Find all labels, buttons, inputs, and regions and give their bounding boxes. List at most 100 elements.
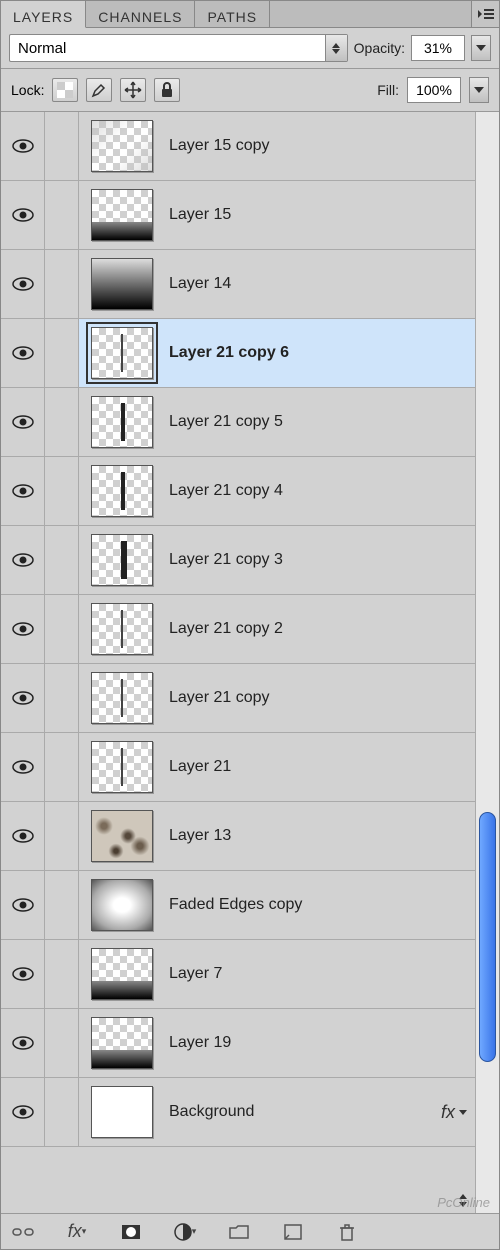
- layer-thumbnail[interactable]: [91, 948, 153, 1000]
- link-column: [45, 319, 79, 387]
- layer-thumbnail[interactable]: [91, 1086, 153, 1138]
- eye-icon: [12, 898, 34, 912]
- layer-thumbnail[interactable]: [91, 258, 153, 310]
- eye-icon: [12, 829, 34, 843]
- layer-thumbnail[interactable]: [91, 810, 153, 862]
- visibility-toggle[interactable]: [1, 802, 45, 870]
- visibility-toggle[interactable]: [1, 526, 45, 594]
- layer-name[interactable]: Layer 15 copy: [165, 137, 270, 155]
- layer-row[interactable]: Faded Edges copy: [1, 871, 475, 940]
- lock-all-icon[interactable]: [154, 78, 180, 102]
- visibility-toggle[interactable]: [1, 1009, 45, 1077]
- link-column: [45, 802, 79, 870]
- layer-effects-icon[interactable]: fx: [441, 1102, 467, 1123]
- layer-name[interactable]: Layer 13: [165, 827, 231, 845]
- link-column: [45, 112, 79, 180]
- layer-row[interactable]: Layer 7: [1, 940, 475, 1009]
- layer-thumbnail[interactable]: [91, 396, 153, 448]
- adjustment-layer-icon[interactable]: ▾: [173, 1220, 197, 1244]
- layer-row[interactable]: Layer 21 copy 5: [1, 388, 475, 457]
- link-column: [45, 1078, 79, 1146]
- lock-brush-icon[interactable]: [86, 78, 112, 102]
- tab-paths[interactable]: PATHS: [195, 1, 270, 28]
- tab-layers[interactable]: LAYERS: [1, 1, 86, 28]
- layer-row[interactable]: Layer 21 copy 4: [1, 457, 475, 526]
- layer-row[interactable]: Layer 21 copy 6: [1, 319, 475, 388]
- layer-mask-icon[interactable]: [119, 1220, 143, 1244]
- eye-icon: [12, 1105, 34, 1119]
- layer-name[interactable]: Layer 21 copy 4: [165, 482, 283, 500]
- layer-thumbnail[interactable]: [91, 1017, 153, 1069]
- layer-name[interactable]: Layer 21 copy: [165, 689, 270, 707]
- lock-fill-row: Lock: Fill: 100%: [1, 69, 499, 112]
- layer-name[interactable]: Layer 21 copy 6: [165, 344, 289, 362]
- layer-name[interactable]: Layer 15: [165, 206, 231, 224]
- layer-row[interactable]: Layer 19: [1, 1009, 475, 1078]
- layer-name[interactable]: Layer 21: [165, 758, 231, 776]
- visibility-toggle[interactable]: [1, 595, 45, 663]
- layer-thumbnail[interactable]: [91, 741, 153, 793]
- visibility-toggle[interactable]: [1, 319, 45, 387]
- layer-row[interactable]: Layer 21 copy 3: [1, 526, 475, 595]
- visibility-toggle[interactable]: [1, 871, 45, 939]
- layer-style-icon[interactable]: fx▾: [65, 1220, 89, 1244]
- panel-menu-icon[interactable]: [471, 1, 499, 27]
- layer-row[interactable]: Layer 21: [1, 733, 475, 802]
- tab-channels[interactable]: CHANNELS: [86, 1, 195, 28]
- fill-label: Fill:: [377, 82, 399, 98]
- layer-row[interactable]: Layer 13: [1, 802, 475, 871]
- layer-row[interactable]: Background fx: [1, 1078, 475, 1147]
- blend-mode-select[interactable]: Normal: [9, 34, 348, 62]
- fill-dropdown-icon[interactable]: [469, 77, 489, 103]
- layer-thumbnail[interactable]: [91, 120, 153, 172]
- layer-row[interactable]: Layer 21 copy 2: [1, 595, 475, 664]
- layer-thumbnail[interactable]: [91, 189, 153, 241]
- lock-position-icon[interactable]: [120, 78, 146, 102]
- visibility-toggle[interactable]: [1, 388, 45, 456]
- visibility-toggle[interactable]: [1, 1078, 45, 1146]
- visibility-toggle[interactable]: [1, 664, 45, 732]
- link-layers-icon[interactable]: [11, 1220, 35, 1244]
- lock-label: Lock:: [11, 82, 44, 98]
- layer-thumbnail[interactable]: [91, 327, 153, 379]
- scroll-thumb[interactable]: [479, 812, 496, 1062]
- blend-opacity-row: Normal Opacity: 31%: [1, 28, 499, 69]
- visibility-toggle[interactable]: [1, 733, 45, 801]
- link-column: [45, 940, 79, 1008]
- layer-thumbnail[interactable]: [91, 879, 153, 931]
- fill-input[interactable]: 100%: [407, 77, 461, 103]
- scrollbar[interactable]: [475, 112, 499, 1213]
- layer-row[interactable]: Layer 14: [1, 250, 475, 319]
- layer-thumbnail[interactable]: [91, 465, 153, 517]
- eye-icon: [12, 346, 34, 360]
- layer-row[interactable]: Layer 21 copy: [1, 664, 475, 733]
- new-layer-icon[interactable]: [281, 1220, 305, 1244]
- visibility-toggle[interactable]: [1, 457, 45, 525]
- visibility-toggle[interactable]: [1, 112, 45, 180]
- lock-transparent-icon[interactable]: [52, 78, 78, 102]
- layer-row[interactable]: Layer 15 copy: [1, 112, 475, 181]
- new-group-icon[interactable]: [227, 1220, 251, 1244]
- delete-layer-icon[interactable]: [335, 1220, 359, 1244]
- layer-name[interactable]: Layer 21 copy 2: [165, 620, 283, 638]
- layer-name[interactable]: Layer 19: [165, 1034, 231, 1052]
- layer-name[interactable]: Layer 14: [165, 275, 231, 293]
- layer-thumbnail[interactable]: [91, 672, 153, 724]
- eye-icon: [12, 415, 34, 429]
- layer-name[interactable]: Background: [165, 1103, 254, 1121]
- layer-thumbnail[interactable]: [91, 603, 153, 655]
- opacity-input[interactable]: 31%: [411, 35, 465, 61]
- visibility-toggle[interactable]: [1, 250, 45, 318]
- layer-name[interactable]: Layer 7: [165, 965, 222, 983]
- visibility-toggle[interactable]: [1, 940, 45, 1008]
- layer-name[interactable]: Layer 21 copy 5: [165, 413, 283, 431]
- layer-name[interactable]: Layer 21 copy 3: [165, 551, 283, 569]
- layer-row[interactable]: Layer 15: [1, 181, 475, 250]
- layer-name[interactable]: Faded Edges copy: [165, 896, 302, 914]
- eye-icon: [12, 622, 34, 636]
- layers-panel: LAYERS CHANNELS PATHS Normal Opacity: 31…: [0, 0, 500, 1250]
- layer-thumbnail[interactable]: [91, 534, 153, 586]
- visibility-toggle[interactable]: [1, 181, 45, 249]
- opacity-dropdown-icon[interactable]: [471, 35, 491, 61]
- eye-icon: [12, 691, 34, 705]
